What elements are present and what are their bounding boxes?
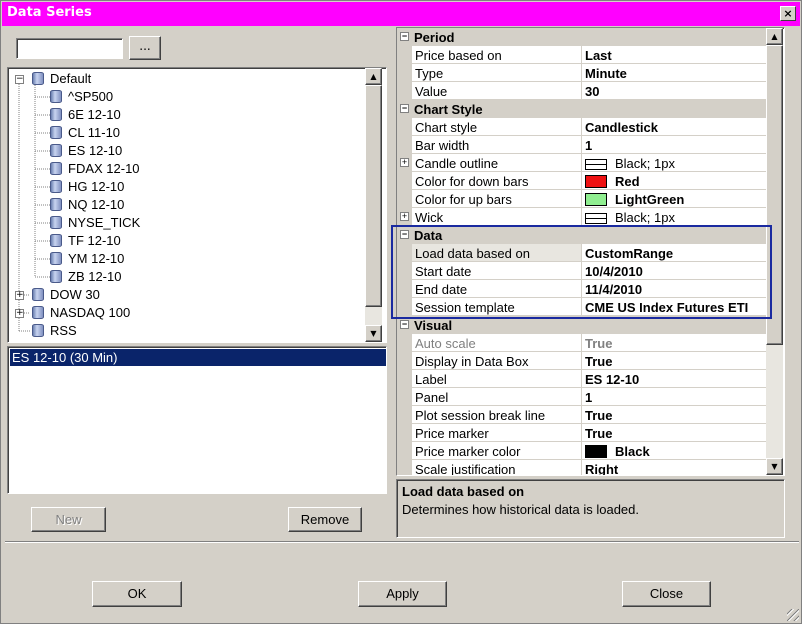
- instrument-search-input[interactable]: [16, 38, 123, 59]
- scroll-up-icon[interactable]: ▲: [365, 68, 382, 85]
- tree-item-dow30[interactable]: DOW 30: [32, 286, 100, 304]
- data-series-dialog: Data Series × ... − Default ^SP500 6E 12…: [0, 0, 802, 624]
- property-row[interactable]: Chart style Candlestick: [397, 118, 767, 136]
- instrument-tree: − Default ^SP500 6E 12-10 CL 11-10 ES 12…: [7, 67, 387, 343]
- collapse-icon[interactable]: −: [400, 230, 409, 239]
- property-row[interactable]: Bar width 1: [397, 136, 767, 154]
- close-button[interactable]: Close: [622, 581, 711, 607]
- color-swatch-black: [585, 445, 607, 458]
- remove-button[interactable]: Remove: [288, 507, 362, 532]
- tree-item[interactable]: ZB 12-10: [50, 268, 121, 286]
- description-title: Load data based on: [402, 484, 525, 499]
- apply-button[interactable]: Apply: [358, 581, 447, 607]
- tree-item[interactable]: FDAX 12-10: [50, 160, 140, 178]
- database-icon: [50, 144, 62, 157]
- database-icon: [32, 324, 44, 337]
- property-row[interactable]: Plot session break line True: [397, 406, 767, 424]
- collapse-icon[interactable]: −: [400, 104, 409, 113]
- database-icon: [32, 72, 44, 85]
- tree-item[interactable]: NQ 12-10: [50, 196, 124, 214]
- property-grid: − Period Price based on Last Type Minute…: [396, 27, 785, 476]
- database-icon: [50, 216, 62, 229]
- category-visual[interactable]: − Visual: [397, 316, 767, 334]
- color-swatch-lightgreen: [585, 193, 607, 206]
- tree-expand-icon[interactable]: +: [15, 291, 24, 300]
- database-icon: [50, 126, 62, 139]
- database-icon: [32, 306, 44, 319]
- expand-icon[interactable]: +: [400, 158, 409, 167]
- resize-grip-icon[interactable]: [787, 609, 799, 621]
- tree-item[interactable]: NYSE_TICK: [50, 214, 140, 232]
- tree-item[interactable]: ES 12-10: [50, 142, 122, 160]
- property-row[interactable]: + Candle outline Black; 1px: [397, 154, 767, 172]
- property-row[interactable]: Value 30: [397, 82, 767, 100]
- database-icon: [32, 288, 44, 301]
- line-style-icon: [585, 159, 607, 170]
- tree-item[interactable]: YM 12-10: [50, 250, 124, 268]
- database-icon: [50, 162, 62, 175]
- database-icon: [50, 270, 62, 283]
- new-button[interactable]: New: [31, 507, 106, 532]
- tree-item-nasdaq100[interactable]: NASDAQ 100: [32, 304, 130, 322]
- tree-item[interactable]: TF 12-10: [50, 232, 121, 250]
- property-description: Load data based on Determines how histor…: [396, 479, 785, 538]
- line-style-icon: [585, 213, 607, 224]
- grid-scrollbar[interactable]: ▲ ▼: [766, 28, 783, 475]
- scroll-thumb[interactable]: [365, 85, 382, 307]
- database-icon: [50, 180, 62, 193]
- tree-item-default[interactable]: Default: [32, 70, 91, 88]
- collapse-icon[interactable]: −: [400, 320, 409, 329]
- database-icon: [50, 90, 62, 103]
- database-icon: [50, 108, 62, 121]
- expand-icon[interactable]: +: [400, 212, 409, 221]
- list-item-selected[interactable]: ES 12-10 (30 Min): [10, 349, 386, 366]
- property-row[interactable]: Price marker color Black: [397, 442, 767, 460]
- scroll-thumb[interactable]: [766, 45, 783, 345]
- scroll-down-icon[interactable]: ▼: [766, 458, 783, 475]
- property-row[interactable]: Display in Data Box True: [397, 352, 767, 370]
- color-swatch-red: [585, 175, 607, 188]
- divider: [5, 541, 799, 543]
- tree-collapse-icon[interactable]: −: [15, 75, 24, 84]
- database-icon: [50, 252, 62, 265]
- tree-item[interactable]: 6E 12-10: [50, 106, 121, 124]
- property-row[interactable]: Price marker True: [397, 424, 767, 442]
- property-row[interactable]: Auto scale True: [397, 334, 767, 352]
- window-title: Data Series: [7, 5, 92, 20]
- category-data[interactable]: − Data: [397, 226, 767, 244]
- property-row[interactable]: Panel 1: [397, 388, 767, 406]
- description-text: Determines how historical data is loaded…: [402, 502, 640, 517]
- tree-item[interactable]: ^SP500: [50, 88, 113, 106]
- property-row[interactable]: Color for up bars LightGreen: [397, 190, 767, 208]
- browse-button[interactable]: ...: [129, 36, 161, 60]
- property-row[interactable]: Session template CME US Index Futures ET…: [397, 298, 767, 316]
- category-period[interactable]: − Period: [397, 28, 767, 46]
- property-row[interactable]: Price based on Last: [397, 46, 767, 64]
- category-chart-style[interactable]: − Chart Style: [397, 100, 767, 118]
- tree-expand-icon[interactable]: +: [15, 309, 24, 318]
- tree-item-rss[interactable]: RSS: [32, 322, 77, 340]
- scroll-up-icon[interactable]: ▲: [766, 28, 783, 45]
- property-row[interactable]: Scale justification Right: [397, 460, 767, 475]
- title-bar: Data Series ×: [2, 2, 800, 26]
- property-row[interactable]: Color for down bars Red: [397, 172, 767, 190]
- property-row[interactable]: Load data based on CustomRange: [397, 244, 767, 262]
- database-icon: [50, 198, 62, 211]
- property-row[interactable]: Label ES 12-10: [397, 370, 767, 388]
- database-icon: [50, 234, 62, 247]
- close-icon[interactable]: ×: [780, 6, 796, 21]
- property-row[interactable]: Type Minute: [397, 64, 767, 82]
- ok-button[interactable]: OK: [92, 581, 182, 607]
- tree-scrollbar[interactable]: ▲ ▼: [365, 68, 382, 342]
- collapse-icon[interactable]: −: [400, 32, 409, 41]
- scroll-down-icon[interactable]: ▼: [365, 325, 382, 342]
- property-row[interactable]: Start date 10/4/2010: [397, 262, 767, 280]
- tree-item[interactable]: CL 11-10: [50, 124, 120, 142]
- property-row[interactable]: + Wick Black; 1px: [397, 208, 767, 226]
- property-row[interactable]: End date 11/4/2010: [397, 280, 767, 298]
- series-list: ES 12-10 (30 Min): [7, 346, 387, 494]
- tree-item[interactable]: HG 12-10: [50, 178, 124, 196]
